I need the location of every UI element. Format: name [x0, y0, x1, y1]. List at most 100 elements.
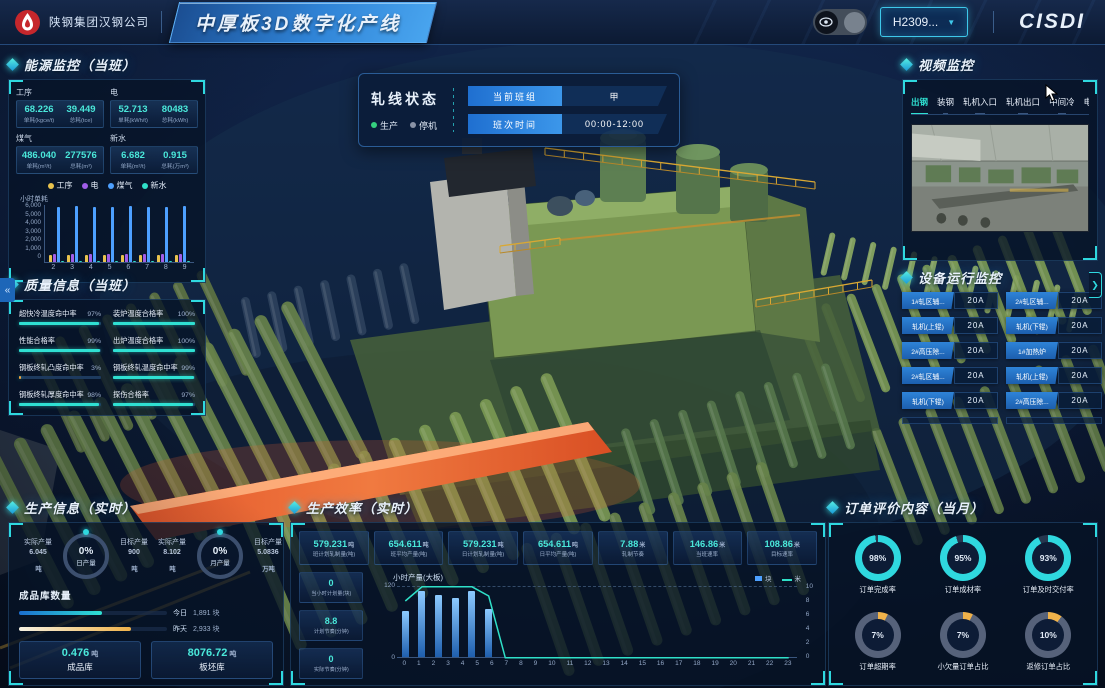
diamond-icon: [900, 271, 913, 284]
bar-track: [19, 627, 167, 631]
eye-icon: [815, 11, 838, 34]
efficiency-side-stats: 0 当小时计划量(块) 8.8 计划节奏(分钟) 0 实际节奏(分钟): [299, 572, 363, 679]
legend-item: 新水: [142, 180, 167, 191]
camera-tab[interactable]: 中间冷: [1049, 96, 1075, 108]
clipped-device-row: [902, 417, 1102, 424]
camera-feed[interactable]: [911, 124, 1089, 232]
metric-value: 68.226: [18, 104, 60, 115]
status-legend-production: 生产: [371, 119, 398, 132]
quality-metric: 出炉温度合格率 100%: [113, 336, 195, 352]
header-divider: [161, 11, 162, 33]
efficiency-cards: 579.231吨 班计划轧制量(吨) 654.611吨 班平均产量(吨) 579…: [299, 531, 817, 565]
device-panel-title: 设备运行监控: [902, 268, 1102, 287]
energy-metric: 0.915 总耗(万m³): [154, 150, 196, 170]
progress-track: [19, 376, 101, 379]
metric-label: 总耗(tce): [62, 115, 101, 123]
energy-panel: 能源监控（当班） 工序 68.226 单耗(kgce/t) 39.449: [8, 55, 206, 283]
progress-ring: 0% 日产量: [63, 533, 109, 579]
metric-value: 52.713: [112, 104, 154, 115]
device-cell[interactable]: 轧机(下辊) 20A: [902, 392, 998, 409]
diamond-icon: [6, 501, 19, 514]
collapse-tab-icon[interactable]: «: [0, 278, 15, 302]
camera-tabs: 出钢 装钢 轧机入口 轧机出口 中间冷 电加热: [911, 96, 1089, 115]
device-cell[interactable]: 2#高压除... 20A: [1006, 392, 1102, 409]
device-current: 20A: [954, 317, 998, 334]
line-status-title: 轧线状态: [371, 89, 439, 109]
page-title: 中厚板3D数字化产线: [169, 2, 438, 43]
progress-fill: [19, 349, 100, 352]
progress-track: [113, 376, 195, 379]
toggle-knob: [844, 12, 865, 33]
energy-groups: 工序 68.226 单耗(kgce/t) 39.449 总耗(tce): [16, 87, 198, 174]
device-current: 20A: [954, 292, 998, 309]
progress-track: [19, 403, 101, 406]
line-legend-icon: [782, 579, 792, 581]
status-legend-stopped: 停机: [410, 119, 437, 132]
camera-tab[interactable]: 出钢: [911, 96, 928, 108]
metric-label: 单耗(m³/t): [114, 161, 153, 169]
energy-metric: 39.449 总耗(tce): [60, 104, 102, 124]
right-axis-ticks: 1086420: [806, 583, 813, 660]
progress-fill: [19, 322, 99, 325]
camera-tab[interactable]: 电加热: [1084, 96, 1089, 108]
donut-kpi: 95% 订单成材率: [940, 535, 986, 595]
camera-tab[interactable]: 轧机出口: [1006, 96, 1040, 108]
heat-number-dropdown[interactable]: H2309... ▼: [880, 7, 968, 37]
green-dot-icon: [371, 122, 377, 128]
device-cell[interactable]: 轧机(下辊) 20A: [1006, 317, 1102, 334]
device-cell[interactable]: 1#加热炉 20A: [1006, 342, 1102, 359]
device-name: 轧机(下辊): [1006, 317, 1058, 334]
metric-value: 0.915: [154, 150, 196, 161]
x-axis-ticks: 23456789: [44, 263, 194, 273]
device-grid: 1#轧区辅... 20A 2#轧区辅... 20A 轧机(上辊) 20A 轧机(…: [902, 292, 1102, 409]
progress-fill: [113, 376, 194, 379]
efficiency-card: 579.231吨 班计划轧制量(吨): [299, 531, 369, 565]
monthly-output-gauge: 实际产量 8.102吨 0% 月产量 目标产量 5.0836万吨: [153, 533, 287, 579]
energy-group-name: 电: [110, 87, 198, 98]
device-cell[interactable]: 轧机(上辊) 20A: [902, 317, 998, 334]
metric-value: 486.040: [18, 150, 60, 161]
production-panel-title: 生产信息（实时）: [8, 498, 284, 517]
device-name: 1#加热炉: [1006, 342, 1058, 359]
device-name: 1#轧区辅...: [902, 292, 954, 309]
quality-metric: 钢板终轧凸度命中率 3%: [19, 363, 101, 379]
quality-panel: 质量信息（当班） 超快冷温度命中率 97% 装炉温度合格率: [8, 275, 206, 416]
y-axis-title: 小时单耗: [20, 194, 198, 204]
metric-value: 98%: [87, 392, 101, 399]
dropdown-value: H2309...: [893, 15, 938, 29]
y-axis-ticks: 6,0005,0004,0003,0002,0001,0000: [16, 202, 44, 260]
device-current: 20A: [1058, 367, 1102, 384]
visibility-toggle[interactable]: [813, 9, 867, 35]
legend-item: 煤气: [108, 180, 133, 191]
inventory-title: 成品库数量: [19, 588, 273, 602]
device-cell[interactable]: 2#轧区辅... 20A: [902, 367, 998, 384]
line-series: [397, 586, 797, 657]
energy-group: 煤气 486.040 单耗(m³/t) 277576 总耗(m³): [16, 133, 104, 174]
energy-panel-title: 能源监控（当班）: [8, 55, 206, 74]
device-cell[interactable]: 轧机(上辊) 20A: [1006, 367, 1102, 384]
bar-track: [19, 611, 167, 615]
efficiency-panel: 生产效率（实时） 579.231吨 班计划轧制量(吨) 654.611吨 班平均…: [290, 498, 826, 686]
camera-tab[interactable]: 轧机入口: [963, 96, 997, 108]
panel-expand-icon[interactable]: ❯: [1089, 272, 1102, 298]
device-name: 2#轧区辅...: [902, 367, 954, 384]
metric-label: 总耗(kWh): [156, 115, 195, 123]
metric-label: 探伤合格率: [113, 390, 149, 400]
finished-stock-card: 0.476吨 成品库: [19, 641, 141, 679]
progress-track: [113, 322, 195, 325]
metric-label: 出炉温度合格率: [113, 336, 163, 346]
shift-row: 当前班组 甲: [468, 86, 667, 106]
device-cell[interactable]: 1#轧区辅... 20A: [902, 292, 998, 309]
efficiency-card: 7.88米 轧制节奏: [598, 531, 668, 565]
camera-tab[interactable]: 装钢: [937, 96, 954, 108]
dashed-divider: [453, 88, 454, 132]
video-panel: 视频监控 出钢 装钢 轧机入口 轧机出口 中间冷 电加热: [902, 55, 1098, 261]
diamond-icon: [826, 501, 839, 514]
page-title-text: 中厚板3D数字化产线: [195, 9, 401, 36]
legend-item: 工序: [48, 180, 73, 191]
donut-kpi: 7% 订单超期率: [855, 612, 901, 672]
device-cell[interactable]: 2#高压除... 20A: [902, 342, 998, 359]
bar-legend-icon: [755, 576, 762, 581]
energy-bar-chart: 6,0005,0004,0003,0002,0001,0000 23456789: [16, 205, 198, 273]
device-cell[interactable]: 2#轧区辅... 20A: [1006, 292, 1102, 309]
